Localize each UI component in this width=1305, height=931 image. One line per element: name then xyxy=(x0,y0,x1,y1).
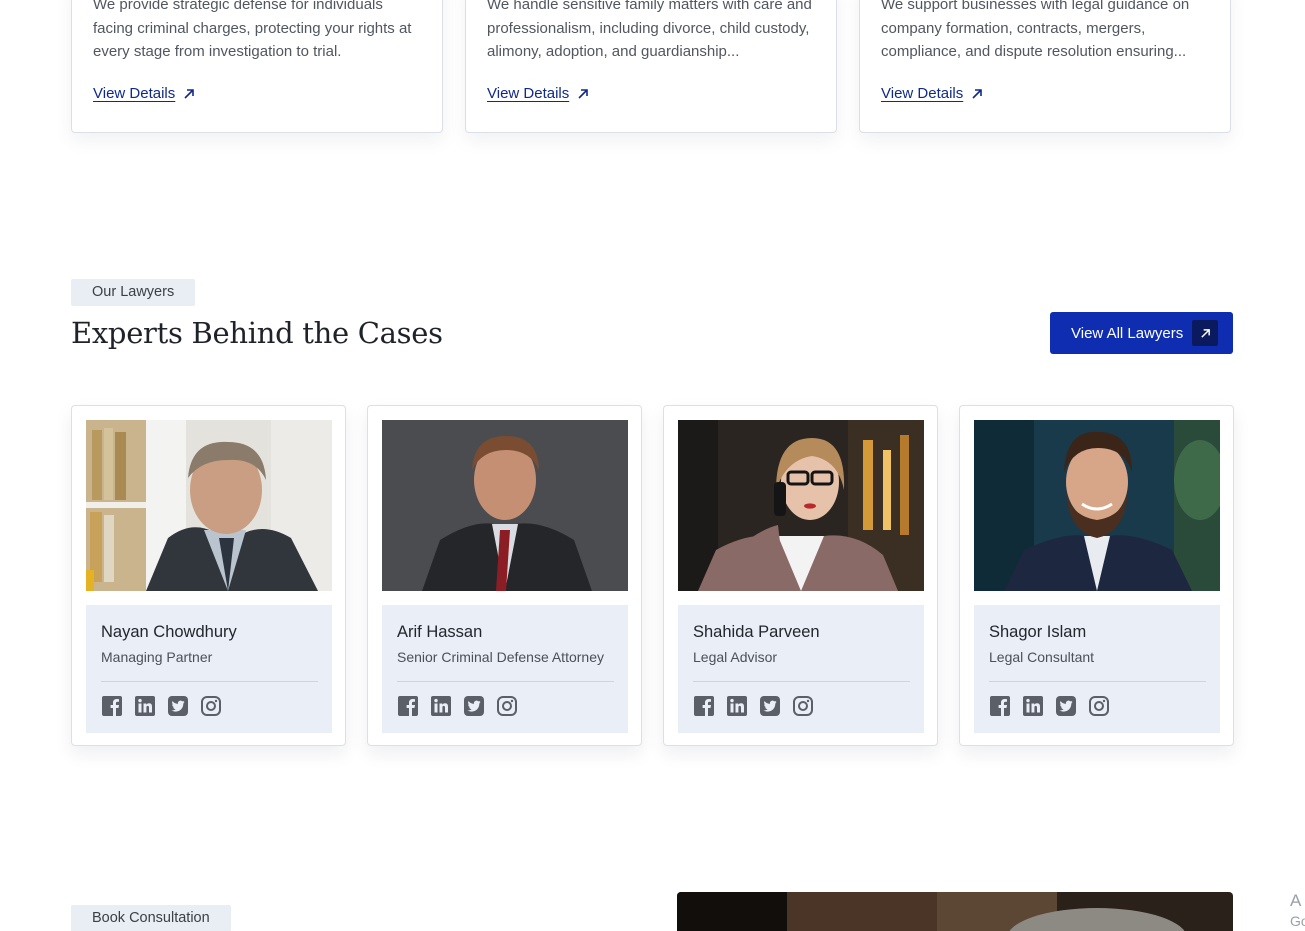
social-links xyxy=(693,695,814,717)
social-links xyxy=(989,695,1110,717)
view-all-lawyers-label: View All Lawyers xyxy=(1071,324,1184,342)
lawyer-card[interactable]: Shahida Parveen Legal Advisor xyxy=(663,405,938,746)
view-details-link[interactable]: View Details xyxy=(93,85,195,102)
facebook-icon[interactable] xyxy=(693,695,715,717)
section-tag-book-consultation: Book Consultation xyxy=(71,905,231,931)
linkedin-icon[interactable] xyxy=(134,695,156,717)
lawyer-photo xyxy=(86,420,332,591)
social-links xyxy=(397,695,518,717)
view-details-label: View Details xyxy=(93,85,176,102)
lawyer-info-panel: Arif Hassan Senior Criminal Defense Atto… xyxy=(382,605,628,733)
edge-fragment-text: Go xyxy=(1290,913,1305,929)
lawyer-role: Managing Partner xyxy=(101,649,213,665)
lawyer-role: Legal Advisor xyxy=(693,649,778,665)
arrow-up-right-icon xyxy=(578,88,589,99)
practice-card-corporate: We support businesses with legal guidanc… xyxy=(859,0,1231,133)
instagram-icon[interactable] xyxy=(200,695,222,717)
lawyer-name: Nayan Chowdhury xyxy=(101,623,237,641)
social-links xyxy=(101,695,222,717)
lawyer-name: Shahida Parveen xyxy=(693,623,820,641)
practice-card-criminal: We provide strategic defense for individ… xyxy=(71,0,443,133)
view-details-link[interactable]: View Details xyxy=(487,85,589,102)
facebook-icon[interactable] xyxy=(397,695,419,717)
lawyer-info-panel: Shahida Parveen Legal Advisor xyxy=(678,605,924,733)
instagram-icon[interactable] xyxy=(792,695,814,717)
instagram-icon[interactable] xyxy=(496,695,518,717)
lawyer-role: Senior Criminal Defense Attorney xyxy=(397,649,604,665)
lawyer-card[interactable]: Nayan Chowdhury Managing Partner xyxy=(71,405,346,746)
linkedin-icon[interactable] xyxy=(1022,695,1044,717)
divider xyxy=(397,681,614,682)
section-heading: Experts Behind the Cases xyxy=(71,316,443,350)
practice-card-description: We handle sensitive family matters with … xyxy=(487,0,812,60)
lawyer-info-panel: Nayan Chowdhury Managing Partner xyxy=(86,605,332,733)
lawyer-card[interactable]: Shagor Islam Legal Consultant xyxy=(959,405,1234,746)
divider xyxy=(101,681,318,682)
practice-card-description: We provide strategic defense for individ… xyxy=(93,0,412,60)
view-all-lawyers-button[interactable]: View All Lawyers xyxy=(1050,312,1233,354)
view-details-label: View Details xyxy=(487,85,570,102)
divider xyxy=(693,681,910,682)
lawyer-photo xyxy=(974,420,1220,591)
lawyer-name: Shagor Islam xyxy=(989,623,1087,641)
lawyer-name: Arif Hassan xyxy=(397,623,483,641)
lawyer-card[interactable]: Arif Hassan Senior Criminal Defense Atto… xyxy=(367,405,642,746)
consultation-image xyxy=(677,892,1233,931)
facebook-icon[interactable] xyxy=(989,695,1011,717)
linkedin-icon[interactable] xyxy=(726,695,748,717)
lawyer-photo xyxy=(382,420,628,591)
divider xyxy=(989,681,1206,682)
practice-card-family: We handle sensitive family matters with … xyxy=(465,0,837,133)
view-details-label: View Details xyxy=(881,85,964,102)
arrow-up-right-icon xyxy=(1192,320,1218,346)
arrow-up-right-icon xyxy=(972,88,983,99)
view-details-link[interactable]: View Details xyxy=(881,85,983,102)
edge-fragment-text: A xyxy=(1290,891,1302,910)
linkedin-icon[interactable] xyxy=(430,695,452,717)
practice-card-description: We support businesses with legal guidanc… xyxy=(881,0,1190,60)
lawyer-photo xyxy=(678,420,924,591)
lawyer-info-panel: Shagor Islam Legal Consultant xyxy=(974,605,1220,733)
twitter-icon[interactable] xyxy=(759,695,781,717)
twitter-icon[interactable] xyxy=(463,695,485,717)
instagram-icon[interactable] xyxy=(1088,695,1110,717)
arrow-up-right-icon xyxy=(184,88,195,99)
facebook-icon[interactable] xyxy=(101,695,123,717)
twitter-icon[interactable] xyxy=(167,695,189,717)
section-tag-our-lawyers: Our Lawyers xyxy=(71,279,196,306)
lawyer-role: Legal Consultant xyxy=(989,649,1095,665)
twitter-icon[interactable] xyxy=(1055,695,1077,717)
